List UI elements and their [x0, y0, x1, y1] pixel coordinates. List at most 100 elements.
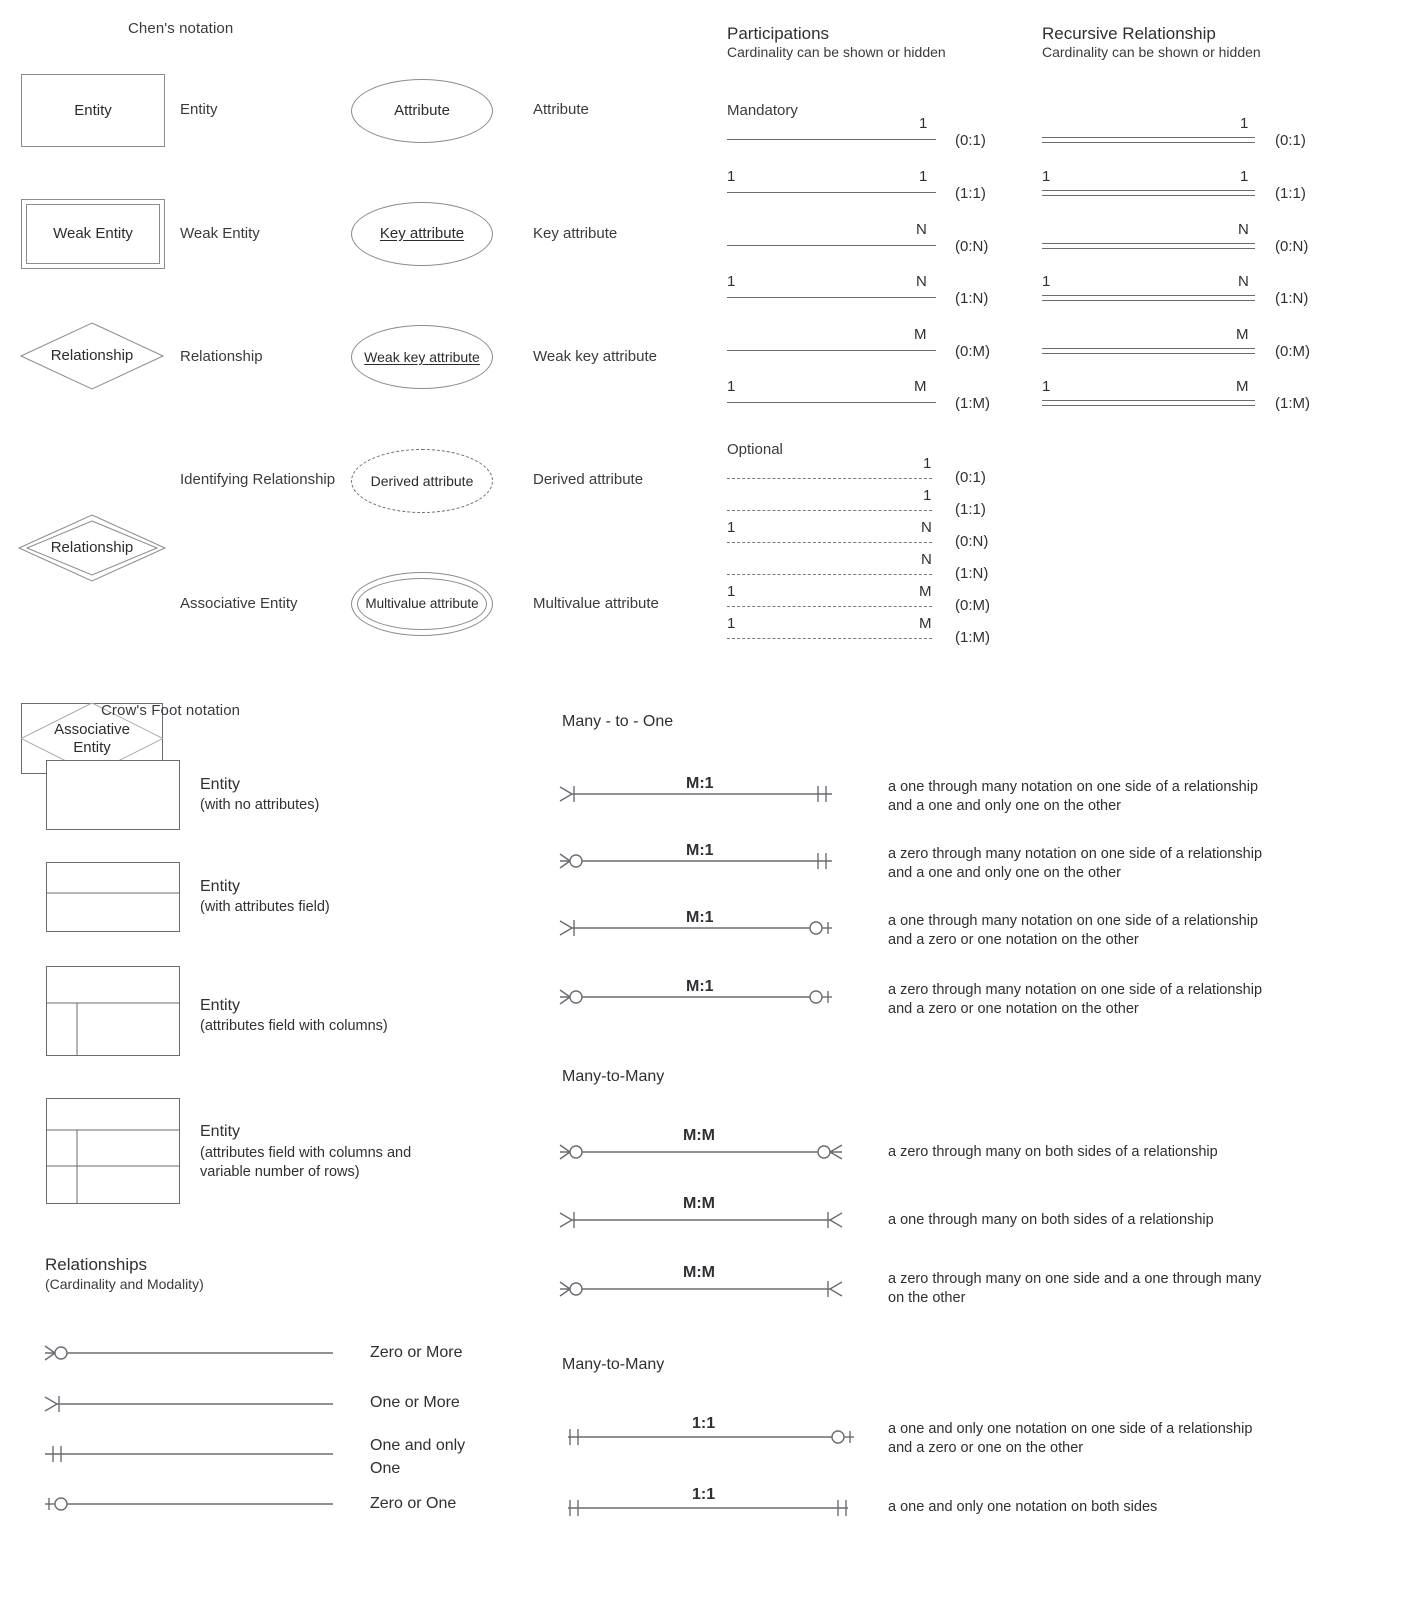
mm-row-0-connector-icon: [559, 1144, 843, 1160]
mandatory-row-5-card: (1:M): [955, 395, 990, 412]
recursive-row-5-card: (1:M): [1275, 395, 1310, 412]
recursive-row-1-right: 1: [1240, 168, 1249, 185]
many-to-many-title: Many-to-Many: [562, 1068, 665, 1085]
m1-row-3-connector-icon: [559, 989, 832, 1005]
mandatory-line-3: [727, 297, 936, 298]
crowsfoot-entity-0-label: Entity: [200, 776, 241, 793]
chen-shape-weak-key-attribute-text: Weak key attribute: [364, 349, 480, 365]
chen-label-multivalue-attribute: Multivalue attribute: [533, 595, 659, 612]
optional-row-3-right: N: [921, 551, 932, 568]
recursive-row-2-right: N: [1238, 221, 1249, 238]
optional-row-0-right: 1: [923, 455, 932, 472]
crowsfoot-symbol-one-and-only-one-icon: [45, 1446, 333, 1462]
crowsfoot-symbol-one-or-more-icon: [44, 1396, 333, 1412]
chen-shape-entity: Entity: [21, 74, 165, 147]
recursive-line-5: [1042, 400, 1255, 406]
recursive-row-0-right: 1: [1240, 115, 1249, 132]
participations-subtitle: Cardinality can be shown or hidden: [727, 44, 946, 60]
crowsfoot-symbol-3-label: Zero or One: [370, 1495, 457, 1512]
recursive-line-1: [1042, 190, 1255, 196]
crowsfoot-entity-2-label: Entity: [200, 997, 241, 1014]
mandatory-row-4-right: M: [914, 326, 927, 343]
mandatory-row-3-left: 1: [727, 273, 736, 290]
one-to-one-title: Many-to-Many: [562, 1356, 665, 1373]
chen-shape-weak-entity: Weak Entity: [21, 199, 165, 269]
recursive-row-0-card: (0:1): [1275, 132, 1306, 149]
optional-line-2: [727, 542, 932, 543]
mandatory-row-4-card: (0:M): [955, 343, 990, 360]
m1-row-3-desc: a zero through many notation on one side…: [888, 982, 1263, 1017]
chen-shape-associative-entity-text: Associative Entity: [54, 720, 130, 756]
optional-row-0-card: (0:1): [955, 469, 986, 486]
oo-row-0-connector-icon: [568, 1429, 854, 1445]
chen-notation-title: Chen's notation: [128, 20, 234, 37]
optional-row-3-card: (1:N): [955, 565, 989, 582]
oo-row-0-desc: a one and only one notation on one side …: [888, 1421, 1253, 1456]
mandatory-row-3-right: N: [916, 273, 927, 290]
mandatory-row-5-left: 1: [727, 378, 736, 395]
chen-shape-relationship-text: Relationship: [50, 347, 134, 364]
chen-label-key-attribute: Key attribute: [533, 225, 618, 242]
optional-row-1-card: (1:1): [955, 501, 986, 518]
optional-row-4-right: M: [919, 583, 932, 600]
chen-label-entity: Entity: [180, 101, 218, 118]
mandatory-row-0-right: 1: [919, 115, 928, 132]
optional-row-5-left: 1: [727, 615, 736, 632]
crowsfoot-entity-3-label: Entity: [200, 1123, 241, 1140]
optional-row-2-card: (0:N): [955, 533, 989, 550]
chen-label-weak-entity: Weak Entity: [180, 225, 260, 242]
crowsfoot-entity-header-cols: [46, 966, 180, 1056]
mandatory-line-2: [727, 245, 936, 246]
mandatory-row-2-right: N: [916, 221, 927, 238]
optional-row-5-right: M: [919, 615, 932, 632]
optional-label: Optional: [727, 441, 783, 458]
recursive-title: Recursive Relationship: [1042, 24, 1216, 43]
recursive-row-3-left: 1: [1042, 273, 1051, 290]
participations-title: Participations: [727, 24, 830, 43]
optional-line-1: [727, 510, 932, 511]
mandatory-line-0: [727, 139, 936, 140]
recursive-line-4: [1042, 348, 1255, 354]
mm-row-1-connector-icon: [559, 1212, 843, 1228]
optional-line-4: [727, 606, 932, 607]
mandatory-row-1-left: 1: [727, 168, 736, 185]
crowsfoot-symbol-zero-or-more-icon: [44, 1345, 333, 1361]
mandatory-row-3-card: (1:N): [955, 290, 989, 307]
m1-row-0-desc: a one through many notation on one side …: [888, 779, 1259, 814]
m1-row-2-desc: a one through many notation on one side …: [888, 913, 1259, 948]
recursive-line-2: [1042, 243, 1255, 249]
mandatory-row-5-right: M: [914, 378, 927, 395]
mandatory-row-1-card: (1:1): [955, 185, 986, 202]
recursive-row-5-right: M: [1236, 378, 1249, 395]
recursive-row-1-left: 1: [1042, 168, 1051, 185]
mandatory-row-2-card: (0:N): [955, 238, 989, 255]
crowsfoot-entity-plain: [46, 760, 180, 830]
mandatory-row-1-right: 1: [919, 168, 928, 185]
crowsfoot-symbol-1-label: One or More: [370, 1394, 460, 1411]
optional-row-5-card: (1:M): [955, 629, 990, 646]
m1-row-1-desc: a zero through many notation on one side…: [888, 846, 1263, 881]
optional-row-4-card: (0:M): [955, 597, 990, 614]
crowsfoot-entity-3-sub: (attributes field with columns and varia…: [200, 1145, 412, 1180]
crowsfoot-entity-header-body: [46, 862, 180, 932]
chen-shape-key-attribute: Key attribute: [351, 202, 493, 266]
chen-label-identifying-relationship: Identifying Relationship: [180, 471, 336, 488]
mandatory-row-0-card: (0:1): [955, 132, 986, 149]
chen-shape-relationship: Relationship: [20, 322, 164, 390]
chen-label-associative-entity: Associative Entity: [180, 595, 298, 612]
chen-shape-key-attribute-text: Key attribute: [379, 225, 465, 242]
crowsfoot-entity-1-sub: (with attributes field): [200, 899, 330, 915]
crows-foot-title: Crow's Foot notation: [101, 702, 241, 719]
chen-shape-attribute: Attribute: [351, 79, 493, 143]
optional-row-4-left: 1: [727, 583, 736, 600]
m1-row-0-connector-icon: [559, 786, 832, 802]
crowsfoot-symbol-zero-or-one-icon: [45, 1497, 333, 1511]
chen-label-weak-key-attribute: Weak key attribute: [533, 348, 657, 365]
relationships-subtitle: (Cardinality and Modality): [45, 1276, 204, 1292]
recursive-row-3-right: N: [1238, 273, 1249, 290]
recursive-row-2-card: (0:N): [1275, 238, 1309, 255]
relationships-title: Relationships: [45, 1255, 148, 1274]
crowsfoot-entity-2-sub: (attributes field with columns): [200, 1018, 388, 1034]
m1-row-1-connector-icon: [559, 853, 832, 869]
chen-shape-identifying-relationship-text: Relationship: [50, 539, 134, 556]
